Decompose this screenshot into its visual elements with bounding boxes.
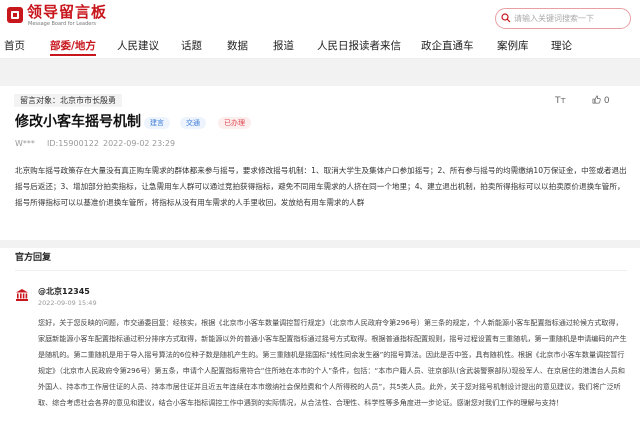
message-body: 北京购车摇号政策存在大量没有真正购车需求的群体都来参与摇号，要求修改摇号机制：1… [15,166,627,207]
header: 领导留言板 Message Board for Leaders [0,0,640,36]
nav-home[interactable]: 首页 [4,39,25,53]
message-target: 留言对象：北京市市长殷勇 [14,94,122,107]
message-id: ID:15900122 [47,139,99,148]
section-divider [0,240,640,248]
responder-name[interactable]: @北京12345 [38,287,90,297]
nav-topics[interactable]: 话题 [181,39,202,53]
tag-status-processed: 已办理 [218,117,251,129]
official-reply-heading: 官方回复 [15,253,52,263]
message-title: 修改小客车摇号机制 [15,114,141,130]
official-reply-text: 您好，关于您反映的问题，市交通委回复：经核实，根据《北京市小客车数量调控暂行规定… [38,318,627,407]
search-icon[interactable] [501,13,511,23]
page: 领导留言板 Message Board for Leaders 首页 部委/地方… [0,0,640,428]
nav-data[interactable]: 数据 [227,39,248,53]
reply-date: 2022-09-09 15:49 [38,299,97,307]
main-nav: 首页 部委/地方 人民建议 话题 数据 报道 人民日报读者来信 政企直通车 案例… [0,36,640,59]
logo-icon[interactable] [6,6,24,24]
tag-traffic: 交通 [180,117,206,129]
search-input[interactable] [514,12,624,25]
nav-theory[interactable]: 理论 [551,39,572,53]
nav-active-indicator [50,54,96,56]
like-button[interactable]: 0 [592,95,610,107]
nav-ministries-local[interactable]: 部委/地方 [50,39,96,53]
nav-reports[interactable]: 报道 [273,39,294,53]
brand-subtitle: Message Board for Leaders [28,21,97,27]
font-size-icon: Tт [555,96,566,106]
nav-case-library[interactable]: 案例库 [497,39,529,53]
nav-reader-letters[interactable]: 人民日报读者来信 [317,39,401,53]
government-building-icon [16,289,28,301]
like-count: 0 [603,96,610,106]
font-size-tool[interactable]: Tт [555,95,566,107]
nav-people-suggestions[interactable]: 人民建议 [117,39,159,53]
search-box[interactable] [495,8,631,29]
brand-title[interactable]: 领导留言板 [27,3,107,21]
message-time: 2022-09-02 23:29 [103,139,176,148]
message-author: W*** [15,139,35,148]
heading-rule [15,270,627,271]
thumbs-up-icon [592,95,604,106]
nav-gov-business[interactable]: 政企直通车 [421,39,474,53]
tag-suggestion: 建言 [144,117,170,129]
